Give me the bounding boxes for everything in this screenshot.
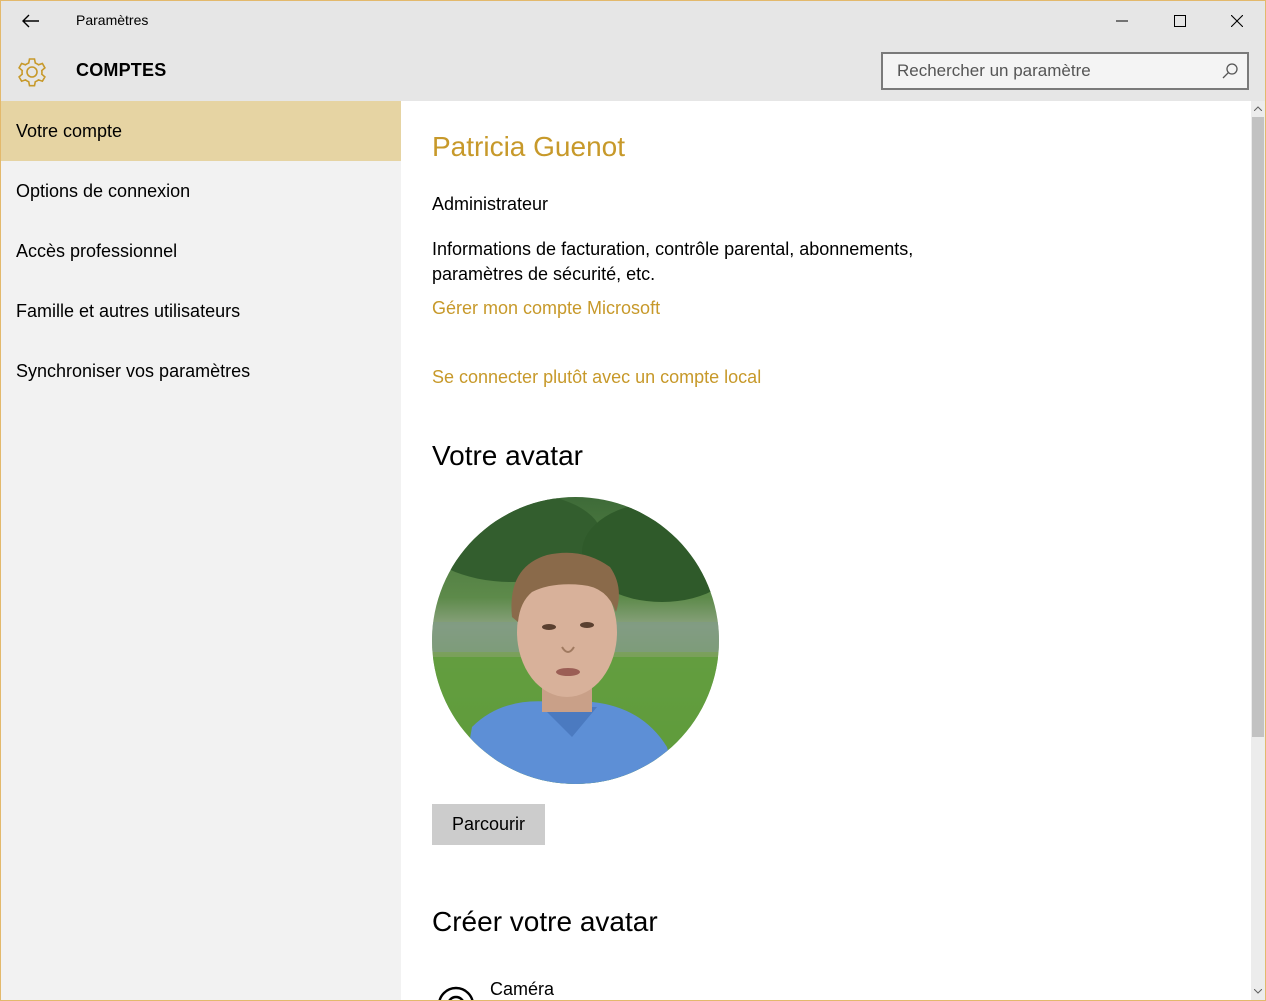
scroll-down-button[interactable]	[1251, 984, 1265, 998]
app-title: Paramètres	[76, 12, 149, 28]
back-button[interactable]	[11, 3, 51, 39]
page-title: COMPTES	[76, 60, 167, 80]
title-bar: Paramètres	[1, 1, 1265, 41]
avatar-section-title: Votre avatar	[432, 440, 583, 471]
search-icon[interactable]	[1221, 62, 1239, 80]
minimize-button[interactable]	[1093, 1, 1151, 41]
sidebar-item-famille[interactable]: Famille et autres utilisateurs	[1, 281, 401, 341]
camera-option[interactable]: Caméra	[436, 975, 736, 1000]
camera-label: Caméra	[490, 979, 555, 999]
user-role: Administrateur	[432, 194, 549, 214]
avatar	[432, 497, 719, 784]
vertical-scrollbar[interactable]	[1251, 101, 1265, 1000]
sidebar-item-votre-compte[interactable]: Votre compte	[1, 101, 401, 161]
sidebar-item-label: Accès professionnel	[16, 240, 178, 261]
sidebar: Votre compte Options de connexion Accès …	[1, 101, 401, 1000]
local-account-link[interactable]: Se connecter plutôt avec un compte local	[432, 367, 761, 388]
create-avatar-section-title: Créer votre avatar	[432, 906, 658, 937]
chevron-up-icon	[1254, 105, 1262, 111]
manage-microsoft-account-link[interactable]: Gérer mon compte Microsoft	[432, 298, 660, 319]
sidebar-item-label: Synchroniser vos paramètres	[16, 360, 251, 381]
browse-button[interactable]: Parcourir	[432, 804, 545, 845]
avatar-photo	[432, 497, 719, 784]
close-button[interactable]	[1208, 1, 1265, 41]
minimize-icon	[1116, 20, 1128, 22]
maximize-button[interactable]	[1151, 1, 1209, 41]
settings-header: COMPTES	[1, 41, 1265, 101]
close-icon	[1231, 15, 1243, 27]
sidebar-item-label: Famille et autres utilisateurs	[16, 300, 241, 321]
scroll-up-button[interactable]	[1251, 101, 1265, 115]
settings-window: Paramètres COMPTES Rechercher un paramèt…	[0, 0, 1266, 1001]
main-content: Patricia Guenot Administrateur Informati…	[401, 101, 1251, 1000]
user-name: Patricia Guenot	[432, 131, 625, 162]
search-input[interactable]	[883, 54, 1203, 88]
back-arrow-icon	[22, 14, 39, 28]
maximize-icon	[1174, 15, 1186, 27]
sidebar-item-label: Options de connexion	[16, 180, 191, 201]
sidebar-item-acces-professionnel[interactable]: Accès professionnel	[1, 221, 401, 281]
sidebar-item-synchroniser[interactable]: Synchroniser vos paramètres	[1, 341, 401, 401]
camera-icon	[438, 986, 474, 1000]
sidebar-item-label: Votre compte	[16, 120, 123, 141]
chevron-down-icon	[1254, 988, 1262, 994]
sidebar-item-options-connexion[interactable]: Options de connexion	[1, 161, 401, 221]
scrollbar-thumb[interactable]	[1252, 117, 1264, 737]
account-info-text: Informations de facturation, contrôle pa…	[432, 239, 914, 284]
search-box[interactable]	[881, 52, 1249, 90]
gear-icon	[18, 58, 46, 87]
